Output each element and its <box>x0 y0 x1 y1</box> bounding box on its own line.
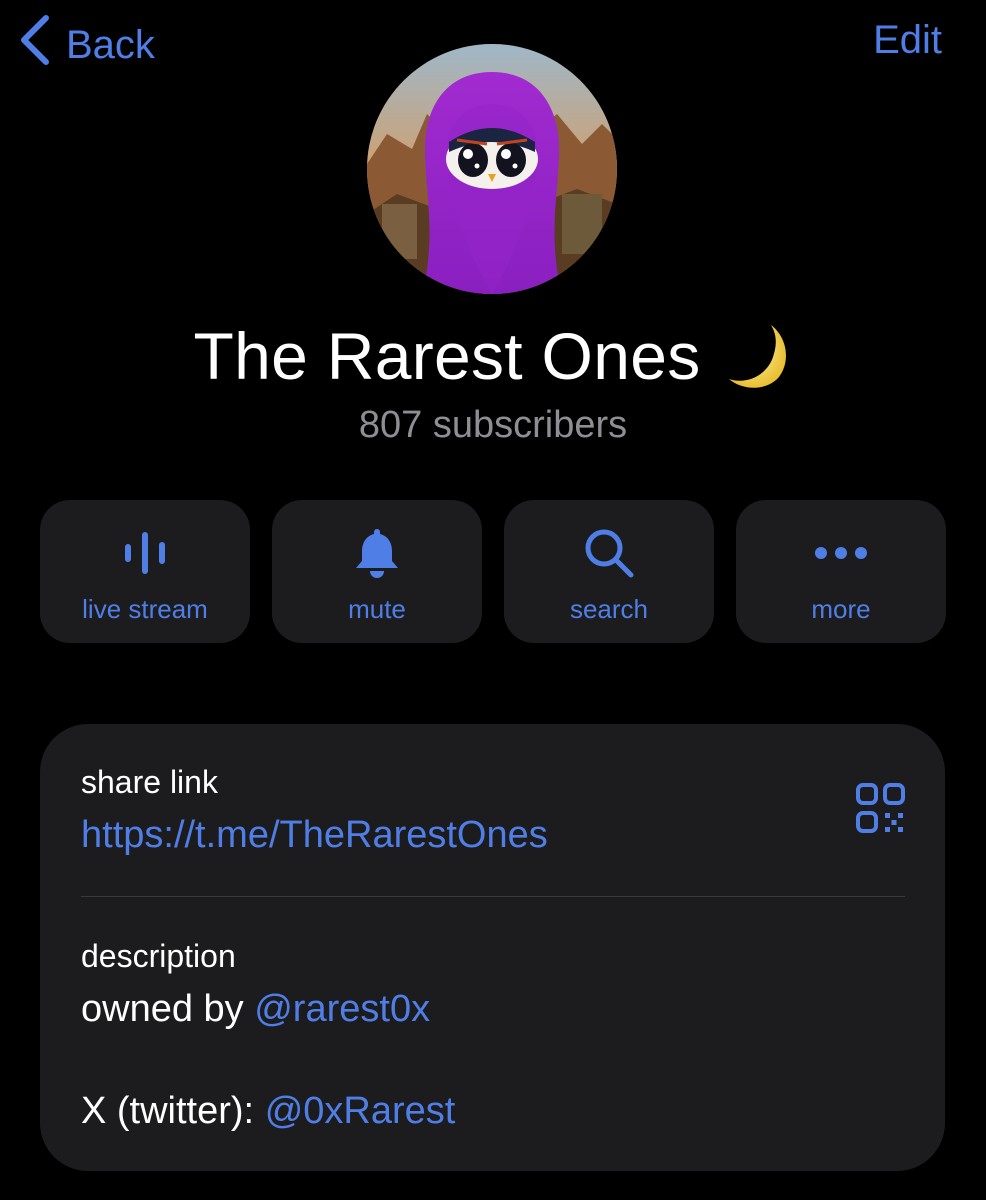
info-card: share link https://t.me/TheRarestOnes de… <box>40 724 945 1171</box>
voice-chat-icon <box>115 526 175 580</box>
channel-avatar[interactable] <box>367 44 617 294</box>
back-label: Back <box>66 22 155 67</box>
channel-title-row: The Rarest Ones <box>0 318 986 394</box>
search-button[interactable]: search <box>504 500 714 643</box>
channel-info-screen: Back Edit The Rarest Ones 807 subscriber… <box>0 0 986 1200</box>
back-button[interactable]: Back <box>18 14 155 76</box>
qr-code-icon <box>856 783 905 833</box>
live-stream-label: live stream <box>82 594 208 624</box>
more-label: more <box>811 594 871 624</box>
twitter-mention[interactable]: @0xRarest <box>265 1090 456 1132</box>
description-label: description <box>81 938 236 974</box>
more-button[interactable]: more <box>736 500 946 643</box>
action-buttons: live stream mute search more <box>40 500 946 643</box>
edit-button[interactable]: Edit <box>873 18 942 63</box>
card-divider <box>81 896 905 897</box>
crescent-moon-icon <box>719 319 793 393</box>
channel-title: The Rarest Ones <box>193 319 701 393</box>
qr-code-button[interactable] <box>855 782 907 841</box>
owner-mention[interactable]: @rarest0x <box>254 988 430 1030</box>
subscriber-count: 807 subscribers <box>358 404 628 446</box>
more-dots-icon <box>811 526 871 580</box>
chevron-left-icon <box>18 14 52 76</box>
mute-label: mute <box>348 594 406 624</box>
mute-button[interactable]: mute <box>272 500 482 643</box>
twitter-prefix: X (twitter): <box>81 1090 265 1132</box>
search-label: search <box>569 594 649 624</box>
live-stream-button[interactable]: live stream <box>40 500 250 643</box>
description-line-owner: owned by @rarest0x <box>81 988 430 1031</box>
search-icon <box>579 526 639 580</box>
share-link-label: share link <box>81 764 218 800</box>
description-line-twitter: X (twitter): @0xRarest <box>81 1090 455 1133</box>
owner-prefix: owned by <box>81 988 255 1030</box>
bell-icon <box>347 526 407 580</box>
avatar-image <box>367 44 617 294</box>
share-link[interactable]: https://t.me/TheRarestOnes <box>81 814 548 857</box>
